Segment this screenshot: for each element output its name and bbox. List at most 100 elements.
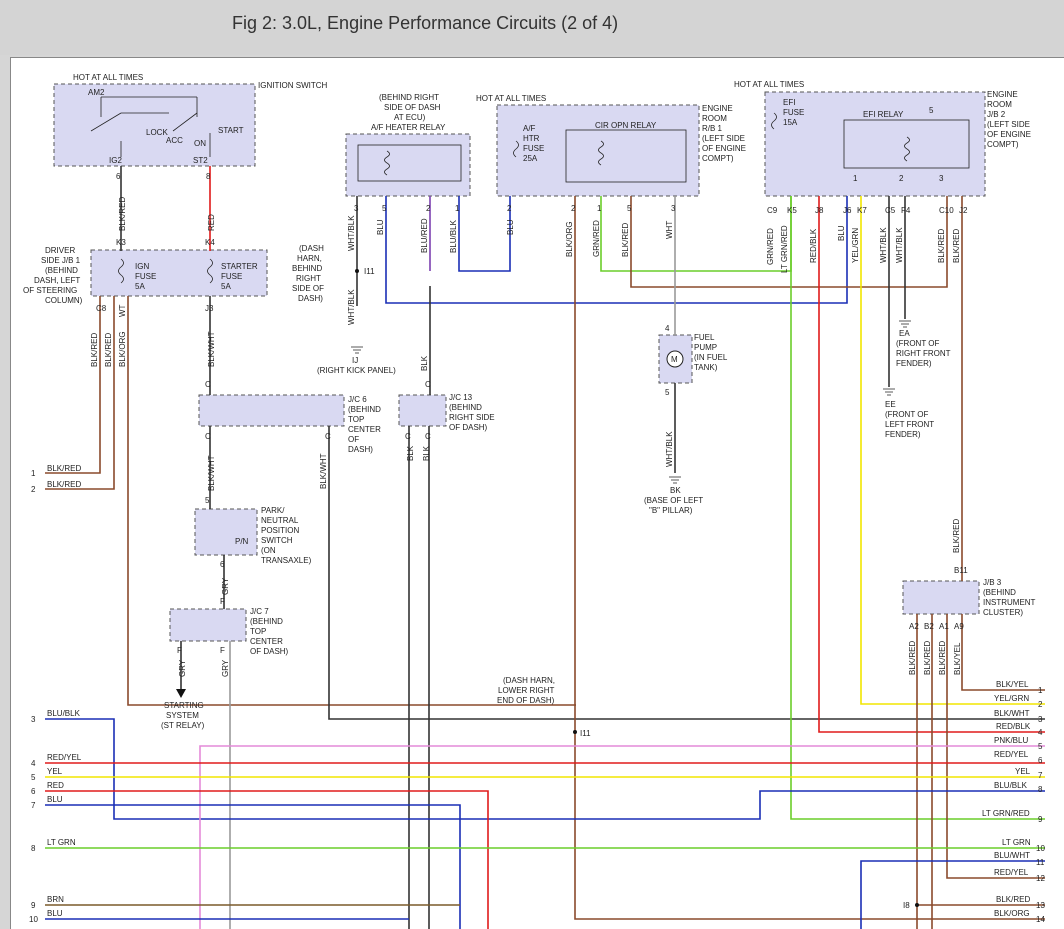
ig2-label: IG2	[109, 156, 122, 165]
pin-st2: 8	[206, 172, 211, 181]
bk-label: BK	[670, 486, 681, 495]
jb1-title-1: DRIVER	[45, 246, 75, 255]
rb1-title3: R/B 1	[702, 124, 723, 133]
pin-c5: C5	[885, 206, 896, 215]
dash-harn-l6: DASH)	[298, 294, 323, 303]
label-blk-red-b11: BLK/RED	[952, 519, 961, 553]
right-pin-13-num: 13	[1036, 901, 1045, 910]
title-bar: Fig 2: 3.0L, Engine Performance Circuits…	[0, 0, 1064, 55]
st-fuse-label-3: 5A	[221, 282, 231, 291]
pin-k7: K7	[857, 206, 867, 215]
jb3-l3: INSTRUMENT	[983, 598, 1036, 607]
pin-k4: K4	[205, 238, 215, 247]
pin-efi-5: 5	[929, 106, 934, 115]
right-pin-10-label: LT GRN	[1002, 838, 1031, 847]
label-blk-red-b2: BLK/RED	[923, 641, 932, 675]
right-pin-5-num: 5	[1038, 742, 1043, 751]
fp-l4: TANK)	[694, 363, 718, 372]
pin-fp-5: 5	[665, 388, 670, 397]
pn-l5: (ON	[261, 546, 276, 555]
right-pin-6-num: 6	[1038, 756, 1043, 765]
jb2-title1: ENGINE	[987, 90, 1018, 99]
ee-label: EE	[885, 400, 896, 409]
efi-fuse-label3: 15A	[783, 118, 798, 127]
right-pin-12-label: RED/YEL	[994, 868, 1029, 877]
jb1-title-6: COLUMN)	[45, 296, 83, 305]
ee-desc3: FENDER)	[885, 430, 921, 439]
dash-harn-labels: (DASH HARN, BEHIND RIGHT SIDE OF DASH) I…	[292, 244, 375, 303]
af-line4: A/F HEATER RELAY	[371, 123, 446, 132]
ign-fuse-label-3: 5A	[135, 282, 145, 291]
left-pin-1-num: 1	[31, 469, 36, 478]
efi-fuse-label1: EFI	[783, 98, 795, 107]
pn-switch-box	[194, 508, 258, 556]
jc6-l5: OF	[348, 435, 359, 444]
ij-label: IJ	[352, 356, 358, 365]
dash-harn-l1: (DASH	[299, 244, 324, 253]
rb1-title6: COMPT)	[702, 154, 734, 163]
jc13-l1: J/C 13	[449, 393, 473, 402]
rb1-fuse3: FUSE	[523, 144, 544, 153]
starting-labels: STARTING SYSTEM (ST RELAY)	[161, 701, 205, 730]
jb2-title2: ROOM	[987, 100, 1012, 109]
pin-jc7-f1: F	[220, 597, 225, 606]
pin-j6: J6	[843, 206, 852, 215]
pin-c9: C9	[767, 206, 778, 215]
pin-a1: A1	[939, 622, 949, 631]
right-pin-10-num: 10	[1036, 844, 1045, 853]
wire-blu-blk-3-8	[45, 718, 1045, 820]
label-blk-red-a2: BLK/RED	[908, 641, 917, 675]
af-heater-relay-box	[345, 133, 471, 197]
jc6-l6: DASH)	[348, 445, 373, 454]
af-line1: (BEHIND RIGHT	[379, 93, 439, 102]
dash-harn-l4: RIGHT	[296, 274, 321, 283]
rb1-title2: ROOM	[702, 114, 727, 123]
label-blk-org: BLK/ORG	[118, 331, 127, 367]
ea-desc3: FENDER)	[896, 359, 932, 368]
jb2-title5: OF ENGINE	[987, 130, 1031, 139]
left-pin-4-num: 4	[31, 759, 36, 768]
af-relay-labels: (BEHIND RIGHT SIDE OF DASH AT ECU) A/F H…	[371, 93, 446, 132]
label-wht-blk-jb2b: WHT/BLK	[895, 227, 904, 263]
wiring-diagram: HOT AT ALL TIMES IGNITION SWITCH AM2 LOC…	[10, 57, 1064, 929]
ign-title-label: IGNITION SWITCH	[258, 81, 328, 90]
left-pin-9-label: BRN	[47, 895, 64, 904]
label-wt: WT	[118, 304, 127, 317]
pin-k5: K5	[787, 206, 797, 215]
splice-i8	[915, 903, 919, 907]
jc13-l4: OF DASH)	[449, 423, 488, 432]
label-blk-yel-a9: BLK/YEL	[953, 642, 962, 675]
label-blu-blk: BLU/BLK	[449, 219, 458, 253]
wire-blk-red-1	[45, 296, 101, 474]
pin-j8: J8	[815, 206, 824, 215]
pin-af-1: 1	[455, 204, 460, 213]
label-blk-jc13: BLK	[420, 355, 429, 371]
jc13-l2: (BEHIND	[449, 403, 482, 412]
jc7-l5: OF DASH)	[250, 647, 289, 656]
i8-label: I8	[903, 901, 910, 910]
pin-rb1-5: 5	[627, 204, 632, 213]
jc6-l3: TOP	[348, 415, 364, 424]
label-wht-blk-af: WHT/BLK	[347, 215, 356, 251]
ground-bk-symbol	[669, 476, 681, 484]
left-pin-6-num: 6	[31, 787, 36, 796]
pin-rb1-3: 3	[671, 204, 676, 213]
right-pin-3-num: 3	[1038, 715, 1043, 724]
ea-label: EA	[899, 329, 910, 338]
left-pin-1-label: BLK/RED	[47, 464, 81, 473]
starting-l3: (ST RELAY)	[161, 721, 205, 730]
pin-rb1-1: 1	[597, 204, 602, 213]
label-gry-1: GRY	[178, 659, 187, 677]
label-blk-red-c10: BLK/RED	[937, 229, 946, 263]
left-pin-9-num: 9	[31, 901, 36, 910]
right-pin-4-num: 4	[1038, 728, 1043, 737]
ign-hot-label: HOT AT ALL TIMES	[73, 73, 143, 82]
starting-l2: SYSTEM	[166, 711, 199, 720]
pin-jc6-c3: C	[325, 432, 331, 441]
rb1-title1: ENGINE	[702, 104, 733, 113]
jc6-l4: CENTER	[348, 425, 381, 434]
label-blk-red-c8a: BLK/RED	[90, 333, 99, 367]
pin-efi-2: 2	[899, 174, 904, 183]
right-pin-13-label: BLK/RED	[996, 895, 1030, 904]
jb1-title-3: (BEHIND	[45, 266, 78, 275]
